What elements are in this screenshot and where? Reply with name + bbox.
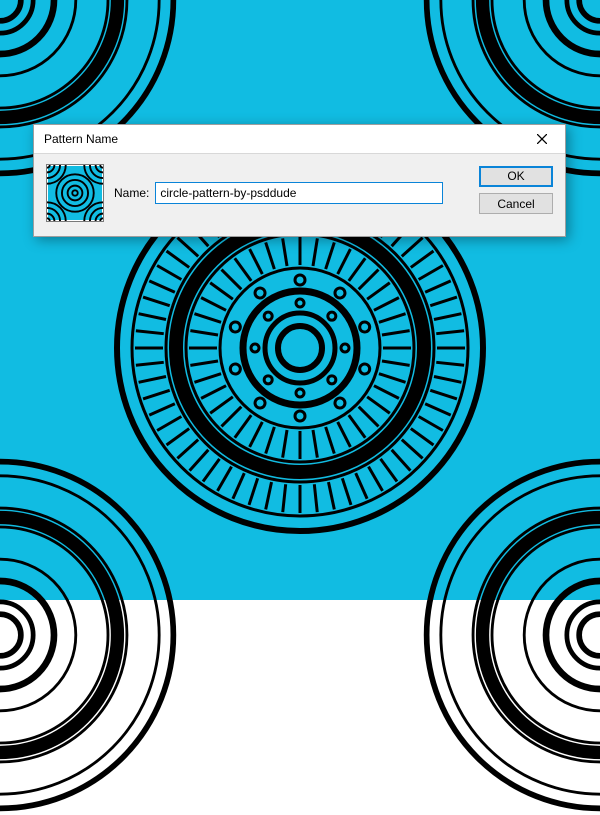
pattern-name-dialog: Pattern Name Name: OK Cancel	[33, 124, 566, 237]
ok-button[interactable]: OK	[479, 166, 553, 187]
name-input[interactable]	[155, 182, 443, 204]
dialog-titlebar[interactable]: Pattern Name	[34, 125, 565, 154]
canvas-background	[0, 0, 600, 600]
pattern-thumbnail	[46, 164, 104, 222]
close-icon	[537, 134, 547, 144]
cancel-button[interactable]: Cancel	[479, 193, 553, 214]
pattern-motif	[0, 455, 180, 815]
close-button[interactable]	[521, 126, 563, 152]
pattern-motif	[420, 455, 600, 815]
dialog-title: Pattern Name	[44, 132, 521, 146]
name-label: Name:	[114, 186, 149, 200]
